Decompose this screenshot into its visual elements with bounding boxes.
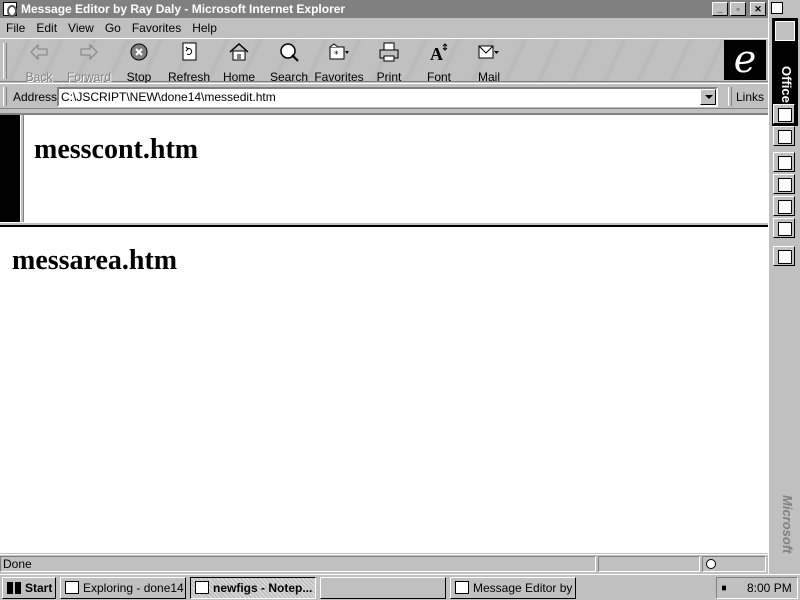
refresh-label: Refresh bbox=[167, 70, 211, 84]
refresh-button[interactable]: Refresh bbox=[164, 42, 214, 84]
contact-icon[interactable] bbox=[773, 218, 795, 238]
explorer-icon bbox=[65, 581, 79, 594]
menu-view[interactable]: View bbox=[68, 21, 94, 35]
office-bar-control-icon[interactable] bbox=[771, 2, 783, 14]
refresh-icon bbox=[182, 42, 197, 61]
links-grip[interactable] bbox=[728, 87, 732, 106]
search-button[interactable]: Search bbox=[264, 42, 314, 84]
task-label: Message Editor by ... bbox=[473, 581, 576, 595]
clock[interactable]: 8:00 PM bbox=[747, 578, 792, 598]
top-frame: messcont.htm bbox=[0, 113, 768, 222]
back-arrow-icon bbox=[30, 43, 48, 61]
address-input[interactable] bbox=[57, 87, 718, 107]
font-label: Font bbox=[426, 70, 451, 84]
favorites-icon: * bbox=[329, 43, 349, 60]
address-label: Address bbox=[13, 90, 58, 104]
task-message-editor[interactable]: Message Editor by ... bbox=[450, 577, 576, 599]
print-button[interactable]: Print bbox=[364, 42, 414, 84]
task-icon[interactable] bbox=[773, 196, 795, 216]
top-frame-border bbox=[20, 115, 24, 222]
appointment-icon[interactable] bbox=[773, 174, 795, 194]
bottom-frame: messarea.htm bbox=[0, 227, 768, 553]
task-notepad[interactable]: newfigs - Notep... bbox=[190, 577, 316, 599]
search-label: Search bbox=[269, 70, 309, 84]
office-menu-icon[interactable] bbox=[775, 21, 795, 41]
new-document-icon[interactable] bbox=[773, 104, 795, 124]
menu-help[interactable]: Help bbox=[192, 21, 217, 35]
status-progress-panel bbox=[598, 556, 700, 572]
menu-file[interactable]: File bbox=[6, 21, 25, 35]
forward-arrow-icon bbox=[80, 43, 98, 61]
mail-label: Mail bbox=[477, 70, 500, 84]
system-tray: 8:00 PM bbox=[716, 577, 798, 599]
taskbar: Start Exploring - done14 newfigs - Notep… bbox=[0, 574, 800, 600]
task-empty[interactable] bbox=[320, 577, 446, 599]
start-label: Start bbox=[25, 581, 53, 595]
task-label: newfigs - Notep... bbox=[213, 581, 313, 595]
forward-label: Forward bbox=[66, 70, 111, 84]
status-bar: Done bbox=[0, 554, 768, 572]
windows-logo-icon bbox=[7, 582, 21, 594]
status-text: Done bbox=[0, 556, 596, 572]
stop-icon bbox=[130, 43, 148, 61]
menu-go[interactable]: Go bbox=[105, 21, 121, 35]
close-button[interactable]: ✕ bbox=[750, 2, 766, 16]
speaker-icon[interactable] bbox=[722, 582, 732, 594]
start-button[interactable]: Start bbox=[2, 577, 56, 599]
print-icon bbox=[379, 42, 399, 62]
microsoft-brand: Microsoft bbox=[780, 494, 795, 554]
favorites-button[interactable]: * Favorites bbox=[314, 42, 364, 84]
stop-button[interactable]: Stop bbox=[114, 42, 164, 84]
status-zone-panel bbox=[702, 556, 766, 572]
new-message-icon[interactable] bbox=[773, 152, 795, 172]
standard-toolbar: Back Forward Stop Refresh Home Search * … bbox=[0, 38, 768, 84]
open-document-icon[interactable] bbox=[773, 126, 795, 146]
ie-throbber-logo: e bbox=[724, 40, 766, 80]
menu-favorites[interactable]: Favorites bbox=[132, 21, 181, 35]
home-button[interactable]: Home bbox=[214, 42, 264, 84]
home-icon bbox=[229, 42, 249, 61]
address-grip[interactable] bbox=[3, 87, 7, 106]
menu-edit[interactable]: Edit bbox=[36, 21, 57, 35]
home-label: Home bbox=[222, 70, 255, 84]
mail-icon bbox=[478, 45, 499, 59]
print-label: Print bbox=[376, 70, 402, 84]
back-label: Back bbox=[25, 70, 53, 84]
toolbar-grip[interactable] bbox=[3, 43, 7, 79]
top-frame-left-bar bbox=[0, 115, 20, 222]
address-bar: Address Links bbox=[0, 83, 768, 109]
notepad-icon bbox=[195, 581, 209, 594]
font-icon: A bbox=[430, 43, 448, 62]
zone-icon bbox=[706, 559, 716, 569]
office-shortcut-bar: Office Microsoft bbox=[768, 0, 800, 574]
font-button[interactable]: A Font bbox=[414, 42, 464, 84]
ie-icon bbox=[455, 581, 469, 594]
title-bar: Message Editor by Ray Daly - Microsoft I… bbox=[0, 0, 768, 18]
window-title: Message Editor by Ray Daly - Microsoft I… bbox=[21, 2, 346, 16]
svg-text:A: A bbox=[430, 44, 443, 62]
back-button[interactable]: Back bbox=[14, 42, 64, 84]
menu-bar: File Edit View Go Favorites Help bbox=[0, 18, 768, 38]
task-label: Exploring - done14 bbox=[83, 581, 184, 595]
mail-button[interactable]: Mail bbox=[464, 42, 514, 84]
task-exploring[interactable]: Exploring - done14 bbox=[60, 577, 186, 599]
address-dropdown-button[interactable] bbox=[700, 89, 716, 105]
top-frame-heading: messcont.htm bbox=[34, 134, 199, 165]
ie-app-icon[interactable] bbox=[3, 2, 17, 17]
stop-label: Stop bbox=[126, 70, 152, 84]
bottom-frame-heading: messarea.htm bbox=[12, 245, 178, 276]
links-button[interactable]: Links bbox=[736, 90, 764, 104]
restore-button[interactable]: ▫ bbox=[730, 2, 746, 16]
search-icon bbox=[280, 43, 299, 62]
minimize-button[interactable]: _ bbox=[712, 2, 728, 16]
forward-button[interactable]: Forward bbox=[64, 42, 114, 84]
svg-text:*: * bbox=[334, 50, 339, 60]
favorites-label: Favorites bbox=[314, 70, 364, 84]
journal-icon[interactable] bbox=[773, 246, 795, 266]
